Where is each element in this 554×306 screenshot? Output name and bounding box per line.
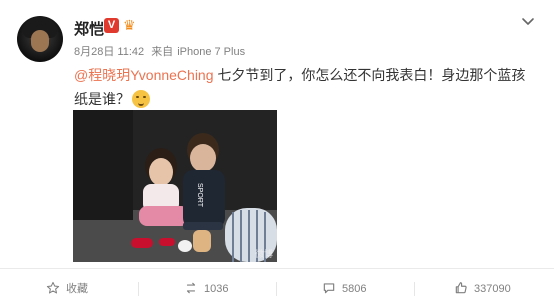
chevron-down-icon[interactable] xyxy=(521,14,535,28)
comment-count: 5806 xyxy=(342,283,367,295)
photo-watermark: 微博 xyxy=(254,249,273,259)
verified-badge-icon: V xyxy=(104,18,119,33)
action-separator xyxy=(138,282,139,296)
post-photo-illustration: SPORT xyxy=(73,110,277,262)
shy-face-emoji-icon xyxy=(132,90,150,108)
svg-text:SPORT: SPORT xyxy=(196,183,203,208)
mention-link[interactable]: @程晓玥YvonneChing xyxy=(74,67,214,83)
post-source-device: iPhone 7 Plus xyxy=(177,46,246,58)
post-timestamp[interactable]: 8月28日 11:42 xyxy=(74,46,144,58)
post-source-prefix: 来自 xyxy=(151,46,174,58)
star-icon xyxy=(46,281,60,294)
like-count: 337090 xyxy=(474,283,511,295)
comment-action[interactable]: 5806 xyxy=(322,281,366,297)
repost-action[interactable]: 1036 xyxy=(184,281,228,297)
weibo-post-card: 郑恺 V ♛ 8月28日 11:42 来自 iPhone 7 Plus @程晓玥Y… xyxy=(0,0,554,305)
post-photo[interactable]: SPORT 微博 xyxy=(73,110,277,262)
avatar-face xyxy=(31,30,49,52)
crown-icon: ♛ xyxy=(123,17,136,33)
action-bar: 收藏 1036 5806 337090 xyxy=(0,268,554,306)
thumbs-up-icon xyxy=(455,282,467,294)
avatar[interactable] xyxy=(17,16,63,62)
author-name[interactable]: 郑恺 xyxy=(74,18,104,39)
action-separator xyxy=(414,282,415,296)
repost-icon xyxy=(186,282,196,294)
post-text: @程晓玥YvonneChing 七夕节到了，你怎么还不向我表白！身边那个蓝孩纸是… xyxy=(74,63,534,111)
post-meta: 8月28日 11:42 来自 iPhone 7 Plus xyxy=(74,43,249,59)
comment-icon xyxy=(323,283,335,294)
repost-count: 1036 xyxy=(204,283,229,295)
favorite-action[interactable]: 收藏 xyxy=(46,281,88,297)
action-separator xyxy=(276,282,277,296)
like-action[interactable]: 337090 xyxy=(454,281,511,297)
favorite-label: 收藏 xyxy=(66,283,88,295)
